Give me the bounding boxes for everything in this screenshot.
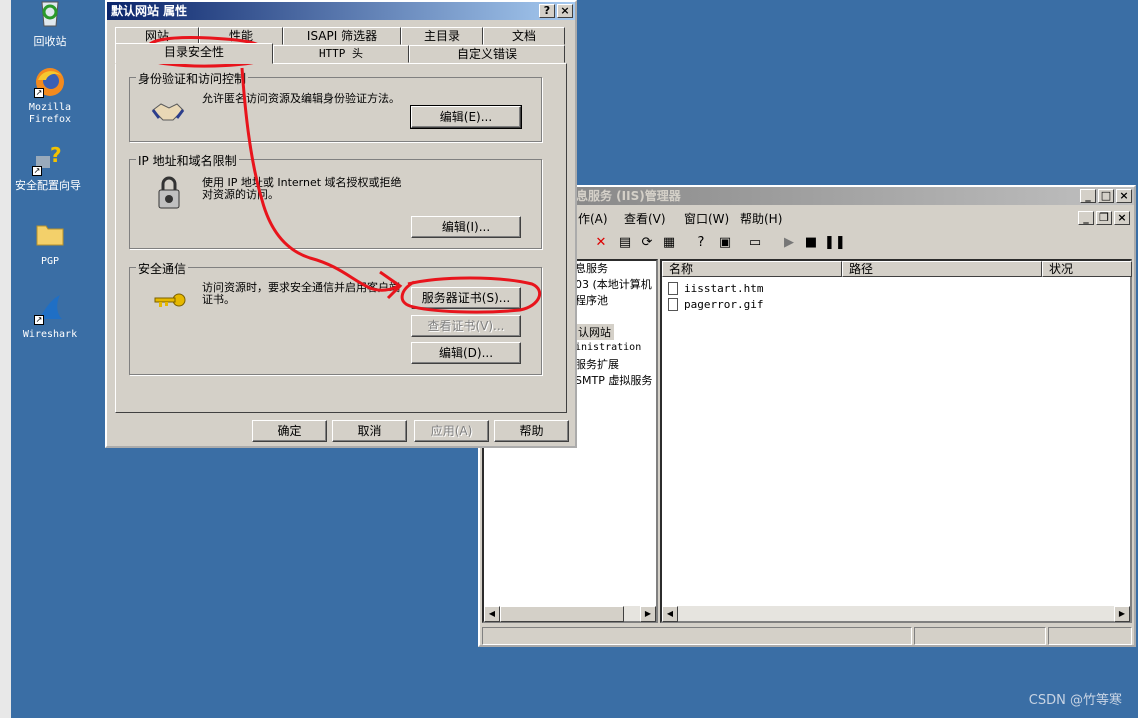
menu-window[interactable]: 窗口(W) [684, 210, 729, 227]
tab-directory-security[interactable]: 目录安全性 [115, 43, 273, 64]
tree-item[interactable]: 程序池 [575, 292, 608, 308]
file-list-pane[interactable]: 名称 路径 状况 iisstart.htm pagerror.gif ◀ ▶ [660, 259, 1132, 623]
iis-menu-bar: 作(A) 查看(V) 窗口(W) 帮助(H) _ ❐ × [480, 207, 1134, 229]
play-icon[interactable]: ▶ [780, 234, 798, 252]
column-header-path[interactable]: 路径 [842, 261, 1042, 277]
tree-item-selected[interactable]: 认网站 [575, 324, 614, 340]
tree-item[interactable]: inistration [575, 342, 641, 353]
mdi-close-button[interactable]: × [1114, 211, 1130, 225]
desktop-icon-label: PGP [40, 256, 60, 267]
group-description: 允许匿名访问资源及编辑身份验证方法。 [202, 92, 400, 105]
desktop-icon-pgp[interactable]: PGP [12, 220, 88, 268]
desktop-icon-label: 安全配置向导 [15, 179, 81, 192]
status-pane [914, 627, 1046, 645]
group-description: 访问资源时，要求安全通信并启用客户端证书。 [202, 281, 400, 306]
desktop-icon-recycle-bin[interactable]: 回收站 [12, 0, 88, 48]
ok-button[interactable]: 确定 [252, 420, 327, 442]
tab-isapi-filters[interactable]: ISAPI 筛选器 [283, 27, 401, 45]
iis-title-bar: 息服务 (IIS)管理器 _ □ × [480, 187, 1134, 205]
help-button[interactable]: ? [539, 4, 555, 18]
tree-item[interactable]: 03 (本地计算机 [575, 276, 652, 292]
handshake-icon [151, 96, 185, 129]
scroll-right-button[interactable]: ▶ [1114, 606, 1130, 622]
tree-item[interactable]: SMTP 虚拟服务 [575, 372, 652, 388]
horizontal-scrollbar[interactable]: ◀ ▶ [662, 605, 1130, 622]
delete-icon[interactable]: ✕ [592, 234, 610, 252]
lock-icon [157, 176, 181, 213]
scroll-thumb[interactable] [500, 606, 624, 622]
menu-action[interactable]: 作(A) [578, 210, 608, 227]
tree-horizontal-scrollbar[interactable]: ◀ ▶ [484, 605, 656, 622]
iis-toolbar: ✕ ▤ ⟳ ▦ ? ▣ ▭ ▶ ■ ❚❚ [480, 231, 1134, 255]
file-row[interactable]: iisstart.htm [666, 281, 866, 297]
tree-item[interactable]: 息服务 [575, 260, 608, 276]
maximize-button[interactable]: □ [1098, 189, 1114, 203]
group-title: 身份验证和访问控制 [136, 70, 249, 87]
tree-item[interactable]: 服务扩展 [575, 356, 619, 372]
refresh-icon[interactable]: ⟳ [638, 234, 656, 252]
wireshark-icon: ↗ [34, 293, 66, 325]
firefox-icon: ↗ [34, 66, 66, 98]
file-name: pagerror.gif [684, 298, 764, 311]
help-icon[interactable]: ? [692, 234, 710, 252]
server-certificate-button[interactable]: 服务器证书(S)... [411, 287, 521, 309]
close-button[interactable]: × [557, 4, 573, 18]
console-icon[interactable]: ▣ [716, 234, 734, 252]
group-description: 使用 IP 地址或 Internet 域名授权或拒绝对资源的访问。 [202, 176, 402, 201]
tab-custom-errors[interactable]: 自定义错误 [409, 45, 565, 63]
export-icon[interactable]: ▦ [660, 234, 678, 252]
group-title: 安全通信 [136, 260, 189, 277]
computer-icon[interactable]: ▭ [746, 234, 764, 252]
file-name: iisstart.htm [684, 282, 764, 295]
dialog-title-bar: 默认网站 属性 ? × [107, 2, 575, 20]
properties-dialog: 默认网站 属性 ? × 网站 性能 ISAPI 筛选器 主目录 文档 目录安全性… [105, 0, 577, 448]
scroll-right-button[interactable]: ▶ [640, 606, 656, 622]
key-icon [153, 292, 187, 315]
close-button[interactable]: × [1116, 189, 1132, 203]
cancel-button[interactable]: 取消 [332, 420, 407, 442]
desktop-icon-firefox[interactable]: ↗ Mozilla Firefox [12, 66, 88, 126]
status-pane [1048, 627, 1132, 645]
column-header-name[interactable]: 名称 [662, 261, 842, 277]
security-wizard-icon: ? ↗ [32, 143, 62, 176]
left-edge-strip [0, 0, 11, 718]
status-pane [482, 627, 912, 645]
svg-text:?: ? [50, 144, 62, 167]
properties-icon[interactable]: ▤ [616, 234, 634, 252]
scroll-left-button[interactable]: ◀ [484, 606, 500, 622]
iis-window-title: 息服务 (IIS)管理器 [576, 189, 681, 203]
help-footer-button[interactable]: 帮助 [494, 420, 569, 442]
watermark-text: CSDN @竹等寒 [1028, 693, 1122, 708]
dialog-title: 默认网站 属性 [111, 4, 188, 18]
tab-documents[interactable]: 文档 [483, 27, 565, 45]
desktop-icon-label: 回收站 [33, 35, 67, 48]
mdi-restore-button[interactable]: ❐ [1096, 211, 1112, 225]
group-title: IP 地址和域名限制 [136, 152, 239, 169]
apply-button[interactable]: 应用(A) [414, 420, 489, 442]
stop-icon[interactable]: ■ [802, 234, 820, 252]
desktop-icon-wireshark[interactable]: ↗ Wireshark [12, 293, 88, 341]
mdi-minimize-button[interactable]: _ [1078, 211, 1094, 225]
folder-icon [34, 220, 66, 252]
column-header-status[interactable]: 状况 [1042, 261, 1132, 277]
edit-secure-communication-button[interactable]: 编辑(D)... [411, 342, 521, 364]
view-certificate-button[interactable]: 查看证书(V)... [411, 315, 521, 337]
minimize-button[interactable]: _ [1080, 189, 1096, 203]
edit-authentication-button[interactable]: 编辑(E)... [410, 105, 522, 129]
menu-help[interactable]: 帮助(H) [740, 210, 782, 227]
recycle-bin-icon [34, 0, 66, 32]
desktop-icon-label: Wireshark [22, 329, 78, 340]
tab-http-headers[interactable]: HTTP 头 [273, 45, 409, 63]
scroll-left-button[interactable]: ◀ [662, 606, 678, 622]
pause-icon[interactable]: ❚❚ [824, 234, 846, 252]
file-icon [668, 282, 678, 295]
file-row[interactable]: pagerror.gif [666, 297, 866, 313]
edit-ip-restrictions-button[interactable]: 编辑(I)... [411, 216, 521, 238]
file-icon [668, 298, 678, 311]
menu-view[interactable]: 查看(V) [624, 210, 666, 227]
desktop-icon-security-wizard[interactable]: ? ↗ 安全配置向导 [10, 143, 86, 192]
desktop-icon-label: Mozilla Firefox [28, 102, 72, 125]
tab-home-directory[interactable]: 主目录 [401, 27, 483, 45]
